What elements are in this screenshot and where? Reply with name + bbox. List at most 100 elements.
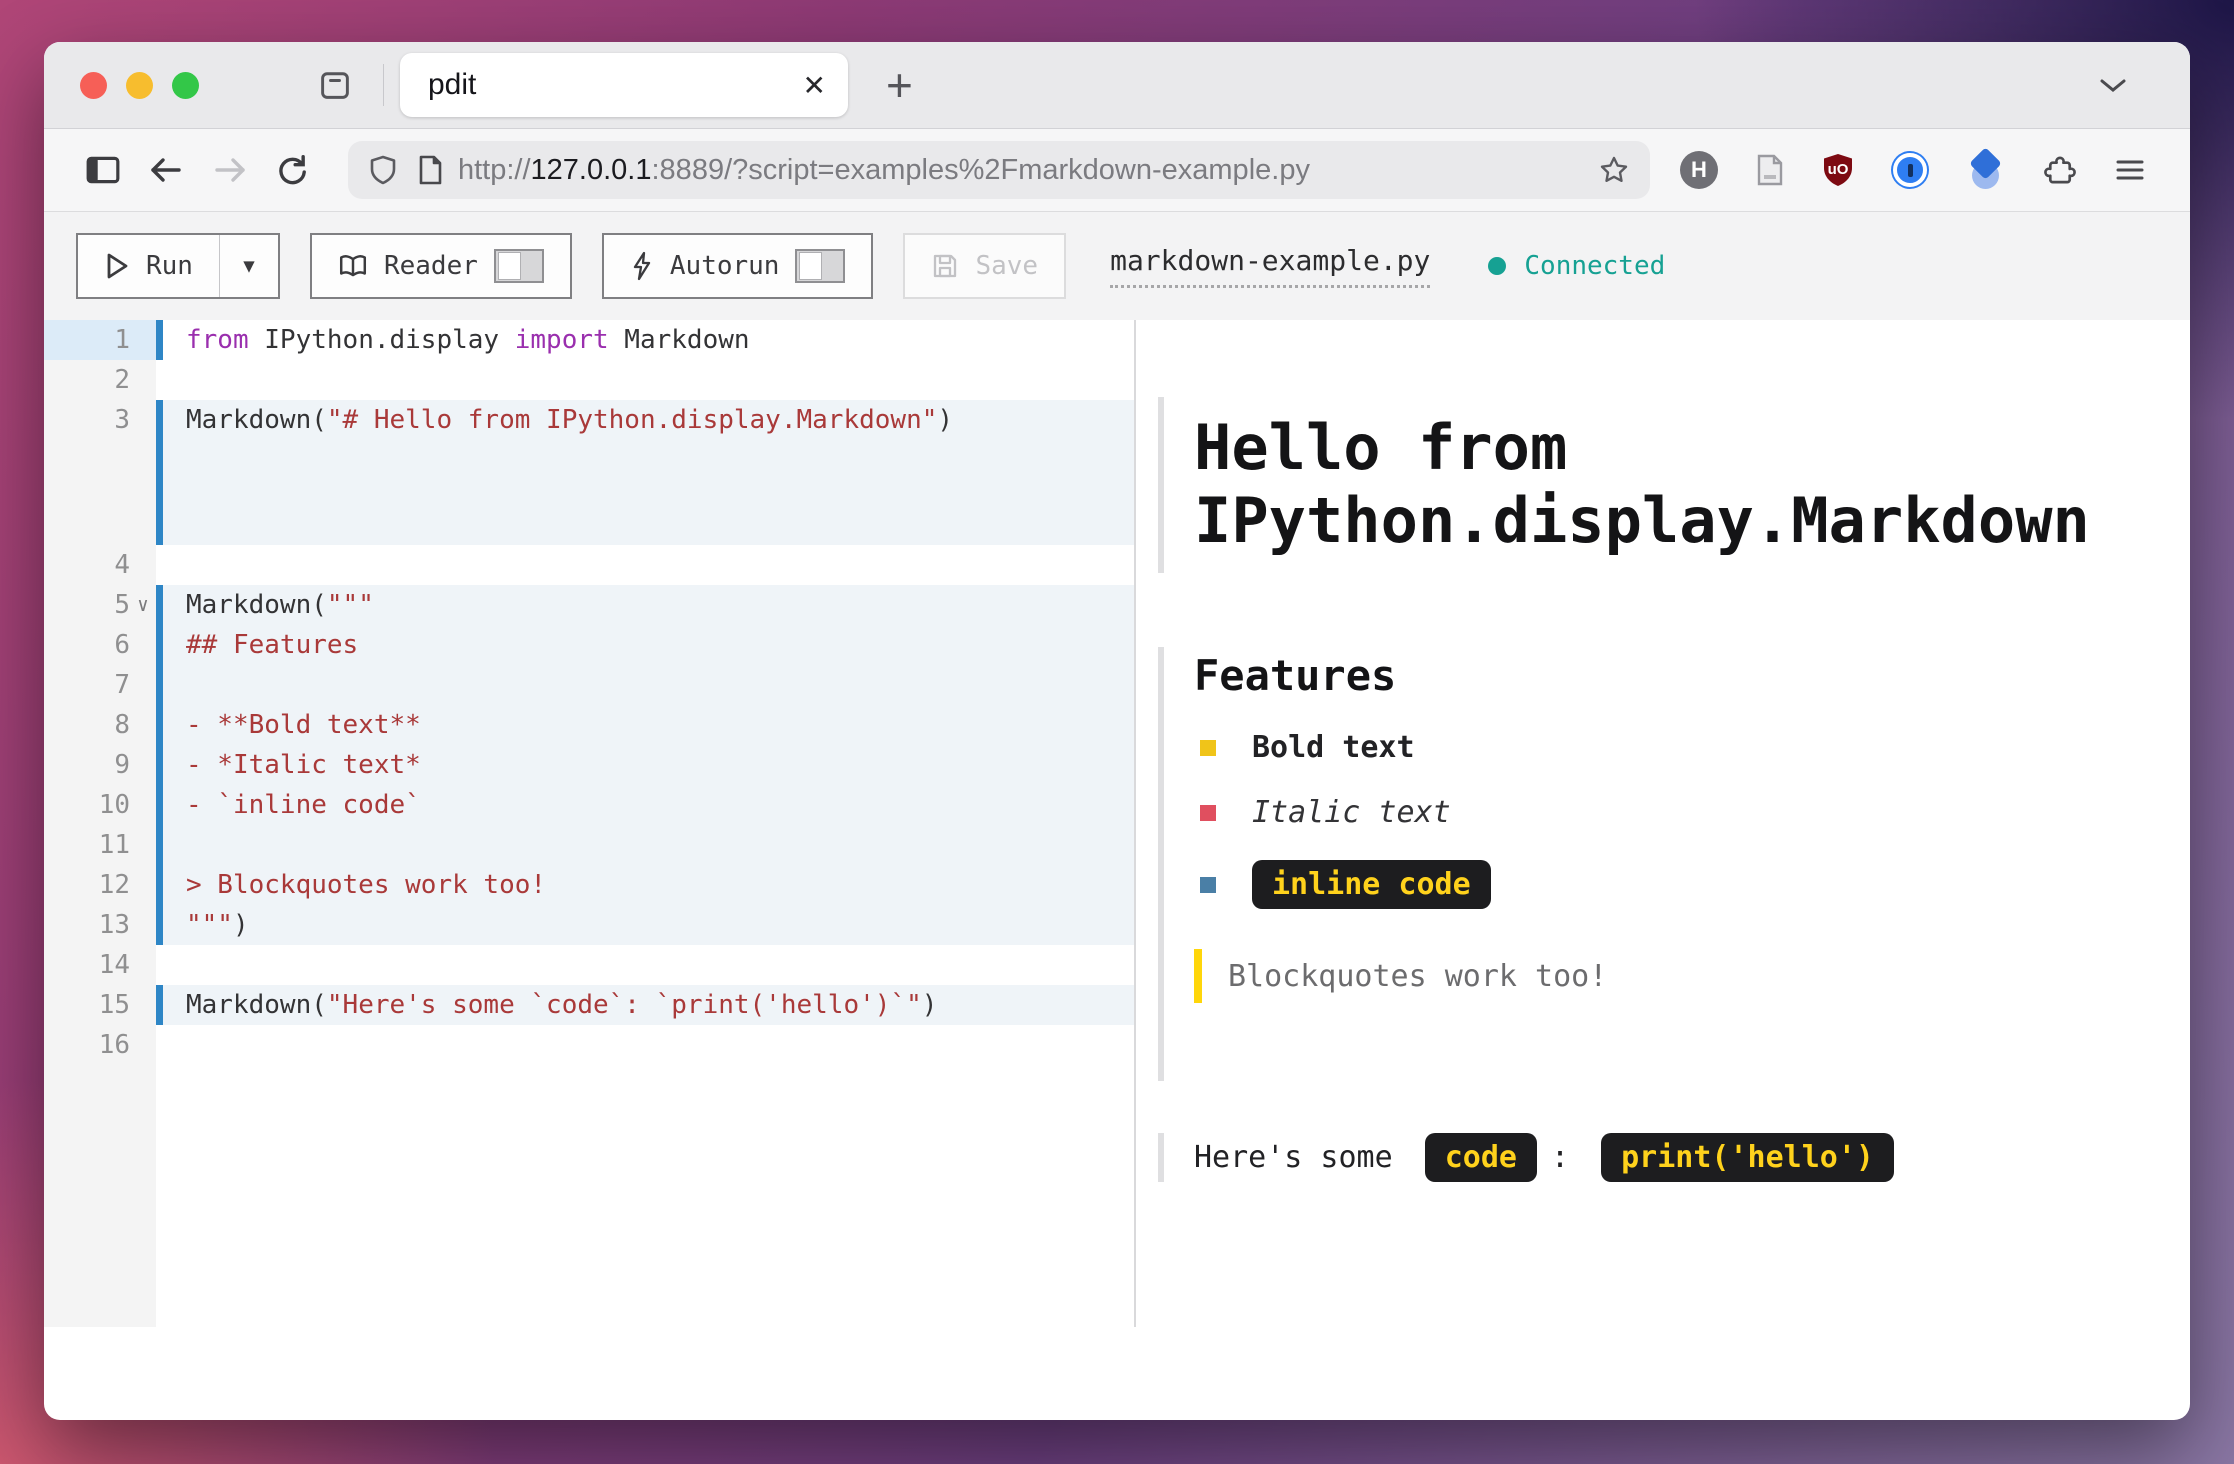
code-line[interactable]: from IPython.display import Markdown [156,320,1134,360]
url-bar[interactable]: http://127.0.0.1:8889/?script=examples%2… [348,141,1650,199]
close-window-button[interactable] [80,72,107,99]
code-line[interactable] [156,665,1134,705]
blue-gem-extension-icon[interactable] [1966,150,2006,190]
code-line[interactable] [156,545,1134,585]
new-tab-button[interactable]: + [886,62,913,108]
code-line[interactable] [156,945,1134,985]
code-line[interactable] [156,825,1134,865]
menu-hamburger-icon[interactable] [2114,157,2146,183]
inline-code-pill: code [1425,1133,1537,1182]
main-content: 1from IPython.display import Markdown23M… [44,320,2190,1327]
fold-slot [130,705,156,745]
reader-toggle-knob [498,252,521,280]
blockquote-text: Blockquotes work too! [1228,959,1607,994]
lightning-icon [630,251,654,281]
code-editor[interactable]: 1from IPython.display import Markdown23M… [44,320,1134,1327]
code-line[interactable]: Markdown("# Hello from IPython.display.M… [156,400,1134,545]
page-info-icon[interactable] [416,154,444,186]
inline-text: : [1551,1140,1587,1175]
shield-icon[interactable] [368,154,398,186]
fold-slot [130,785,156,825]
sidebar-toggle-icon[interactable] [85,155,121,185]
code-row[interactable]: 3Markdown("# Hello from IPython.display.… [44,400,1134,545]
autorun-toggle[interactable] [795,249,845,283]
code-line[interactable] [156,360,1134,400]
list-tabs-chevron-icon[interactable] [2098,76,2128,94]
code-row[interactable]: 6## Features [44,625,1134,665]
book-icon [338,252,368,280]
forward-button[interactable] [211,155,249,185]
reader-button[interactable]: Reader [310,233,572,299]
code-row[interactable]: 9- *Italic text* [44,745,1134,785]
floppy-disk-icon [931,252,959,280]
maximize-window-button[interactable] [172,72,199,99]
line-number: 10 [44,785,156,825]
code-row[interactable]: 14 [44,945,1134,985]
status-label: Connected [1524,251,1665,281]
code-row[interactable]: 12> Blockquotes work too! [44,865,1134,905]
navigation-bar: http://127.0.0.1:8889/?script=examples%2… [44,129,2190,212]
code-line[interactable]: """) [156,905,1134,945]
code-line[interactable]: - **Bold text** [156,705,1134,745]
code-row[interactable]: 8- **Bold text** [44,705,1134,745]
save-button[interactable]: Save [903,233,1066,299]
markdown-h1: Hello from IPython.display.Markdown [1194,397,2170,573]
code-row[interactable]: 16 [44,1025,1134,1065]
browser-tab[interactable]: pdit ✕ [400,53,848,117]
code-line[interactable]: Markdown("Here's some `code`: `print('he… [156,985,1134,1025]
tab-overview-icon[interactable] [317,67,353,103]
run-button[interactable]: Run ▼ [76,233,280,299]
status-dot [1488,257,1506,275]
profile-avatar[interactable]: H [1680,151,1718,189]
line-number: 15 [44,985,156,1025]
code-row[interactable]: 11 [44,825,1134,865]
code-row[interactable]: 5∨Markdown(""" [44,585,1134,625]
run-label: Run [146,251,193,281]
reader-toggle[interactable] [494,249,544,283]
autorun-button[interactable]: Autorun [602,233,874,299]
bookmark-star-icon[interactable] [1598,154,1630,186]
output-block-features: Features Bold textItalic textinline code… [1158,647,2170,1081]
reload-button[interactable] [275,153,309,187]
filename-label[interactable]: markdown-example.py [1110,244,1430,288]
play-icon [104,251,130,281]
blockquote-bar [1194,949,1202,1003]
reader-document-icon[interactable] [1755,153,1785,187]
url-scheme: http:// [458,154,531,186]
minimize-window-button[interactable] [126,72,153,99]
back-button[interactable] [147,155,185,185]
code-row[interactable]: 7 [44,665,1134,705]
code-line[interactable]: - `inline code` [156,785,1134,825]
code-row[interactable]: 2 [44,360,1134,400]
onepassword-icon[interactable] [1891,151,1929,189]
tab-close-icon[interactable]: ✕ [803,69,826,102]
run-button-main[interactable]: Run [78,235,219,297]
tab-title: pdit [428,68,803,102]
code-row[interactable]: 4 [44,545,1134,585]
code-line[interactable]: - *Italic text* [156,745,1134,785]
fold-slot [130,360,156,400]
code-row[interactable]: 10- `inline code` [44,785,1134,825]
extensions-puzzle-icon[interactable] [2043,153,2077,187]
code-line[interactable] [156,1025,1134,1065]
fold-slot [130,1025,156,1065]
inline-code-pill: inline code [1252,860,1491,909]
code-row[interactable]: 13""") [44,905,1134,945]
url-text[interactable]: http://127.0.0.1:8889/?script=examples%2… [458,154,1598,187]
code-line[interactable]: > Blockquotes work too! [156,865,1134,905]
inline-code-pill: print('hello') [1601,1133,1894,1182]
line-number: 12 [44,865,156,905]
code-row[interactable]: 15Markdown("Here's some `code`: `print('… [44,985,1134,1025]
output-block-heading: Hello from IPython.display.Markdown [1158,397,2170,573]
code-lines: 1from IPython.display import Markdown23M… [44,320,1134,1065]
markdown-h2: Features [1194,647,2170,700]
code-line[interactable]: Markdown(""" [156,585,1134,625]
code-line[interactable]: ## Features [156,625,1134,665]
ublock-label: uO [1822,161,1854,178]
fold-chevron-icon[interactable]: ∨ [130,585,156,625]
code-row[interactable]: 1from IPython.display import Markdown [44,320,1134,360]
ublock-origin-icon[interactable]: uO [1822,153,1854,187]
run-dropdown-button[interactable]: ▼ [219,235,278,297]
line-number: 16 [44,1025,156,1065]
extension-icons: H uO [1680,150,2146,190]
